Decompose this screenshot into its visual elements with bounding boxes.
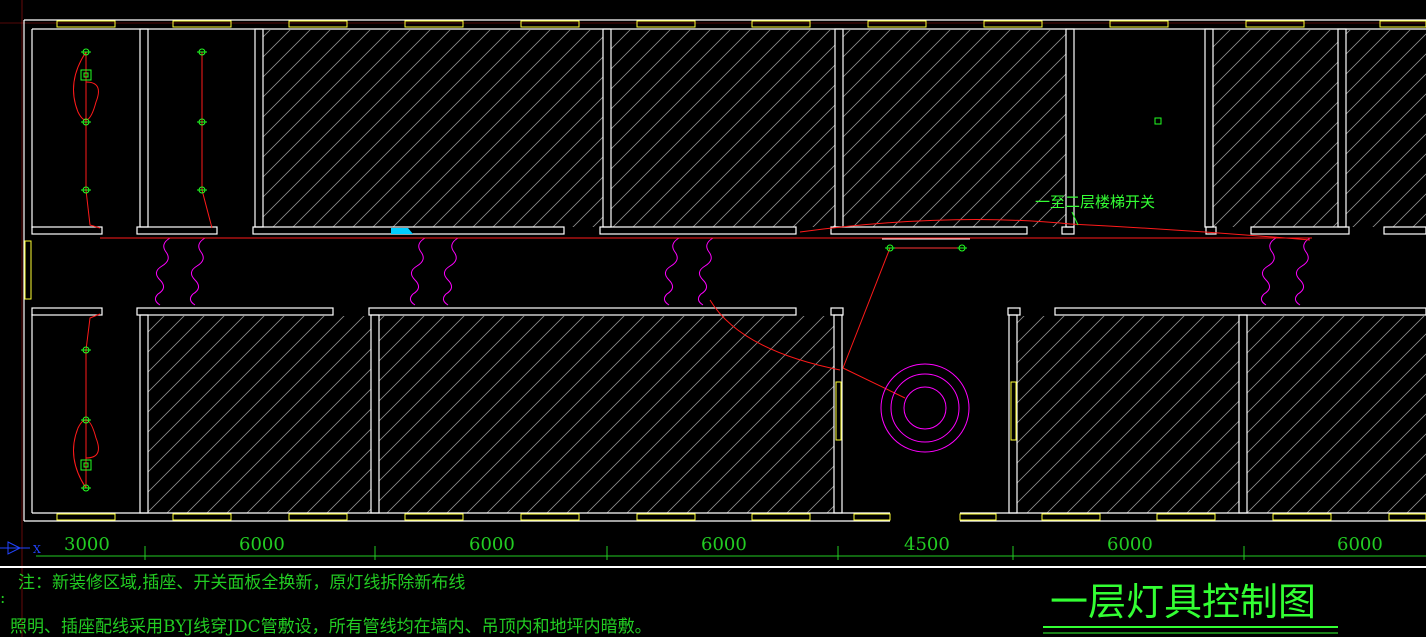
junction-box-icon (1154, 117, 1162, 125)
cyan-marker (391, 228, 413, 234)
dim-label: 4500 (904, 534, 950, 555)
dim-label: 6000 (1107, 534, 1153, 555)
floor-plan-canvas: 一至二层楼梯开关 X 3000 6000 6000 6000 4500 6000… (0, 0, 1426, 637)
dim-label: 6000 (469, 534, 515, 555)
drawing-title: 一层灯具控制图 (1050, 580, 1316, 624)
dim-label: 6000 (701, 534, 747, 555)
dimension-labels: 3000 6000 6000 6000 4500 6000 6000 (64, 534, 1383, 555)
note-line-2: 照明、插座配线采用BYJ线穿JDC管敷设，所有管线均在墙内、吊顶内和地坪内暗敷。 (10, 617, 652, 637)
note-line-1: 注：新装修区域,插座、开关面板全换新，原灯线拆除新布线 (18, 573, 465, 593)
axis-x-glyph: X (33, 543, 41, 556)
lamp-icon (885, 244, 895, 252)
dim-label: 6000 (1337, 534, 1383, 555)
spiral-staircase (880, 363, 970, 453)
switch-annotation: 一至二层楼梯开关 (1035, 193, 1155, 211)
lamp-icon (957, 244, 967, 252)
annotation-leader (1071, 211, 1079, 226)
note-colon: : (0, 588, 5, 607)
dim-label: 3000 (64, 534, 110, 555)
dim-label: 6000 (239, 534, 285, 555)
hatched-rooms (148, 30, 1426, 513)
doors (154, 237, 1311, 306)
